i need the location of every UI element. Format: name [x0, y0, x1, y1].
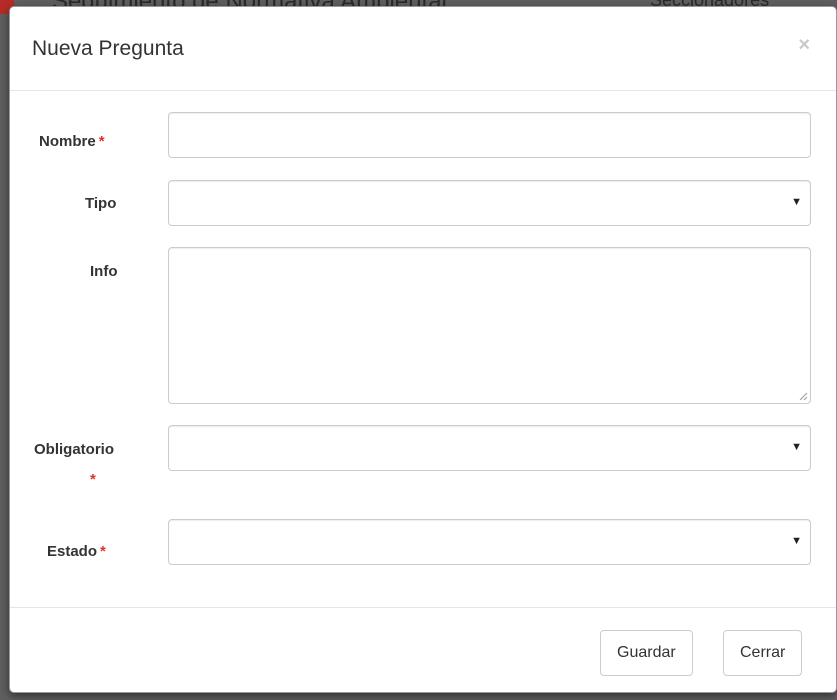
obligatorio-select[interactable]: ▼: [168, 425, 811, 471]
modal-title: Nueva Pregunta: [32, 37, 184, 60]
nombre-input[interactable]: [168, 112, 811, 158]
tipo-select[interactable]: ▼: [168, 180, 811, 226]
estado-label: Estado *: [47, 543, 106, 560]
save-button[interactable]: Guardar: [600, 630, 693, 676]
estado-select[interactable]: ▼: [168, 519, 811, 565]
caret-down-icon: ▼: [791, 196, 802, 208]
tipo-label-text: Tipo: [85, 195, 117, 212]
required-marker: *: [98, 133, 105, 150]
resize-grip-icon[interactable]: [799, 392, 808, 401]
info-label-text: Info: [90, 263, 118, 280]
obligatorio-label-text: Obligatorio: [34, 441, 114, 458]
cancel-button[interactable]: Cerrar: [723, 630, 803, 676]
new-question-modal: Nueva Pregunta × Nombre * Tipo ▼ Info Obl…: [9, 6, 837, 693]
required-marker: *: [100, 543, 106, 560]
info-label: Info: [90, 263, 118, 280]
obligatorio-label: Obligatorio: [34, 441, 114, 458]
modal-header: Nueva Pregunta ×: [10, 7, 836, 91]
obligatorio-required-wrap: *: [90, 471, 96, 488]
caret-down-icon: ▼: [791, 441, 802, 453]
estado-label-text: Estado: [47, 543, 98, 560]
caret-down-icon: ▼: [791, 535, 802, 547]
modal-footer: Guardar Cerrar: [10, 607, 836, 694]
info-textarea[interactable]: [168, 247, 811, 404]
nombre-label: Nombre *: [39, 133, 105, 150]
required-marker: *: [90, 471, 96, 488]
nombre-label-text: Nombre: [39, 133, 96, 150]
tipo-label: Tipo: [85, 195, 116, 212]
close-icon[interactable]: ×: [798, 35, 810, 55]
